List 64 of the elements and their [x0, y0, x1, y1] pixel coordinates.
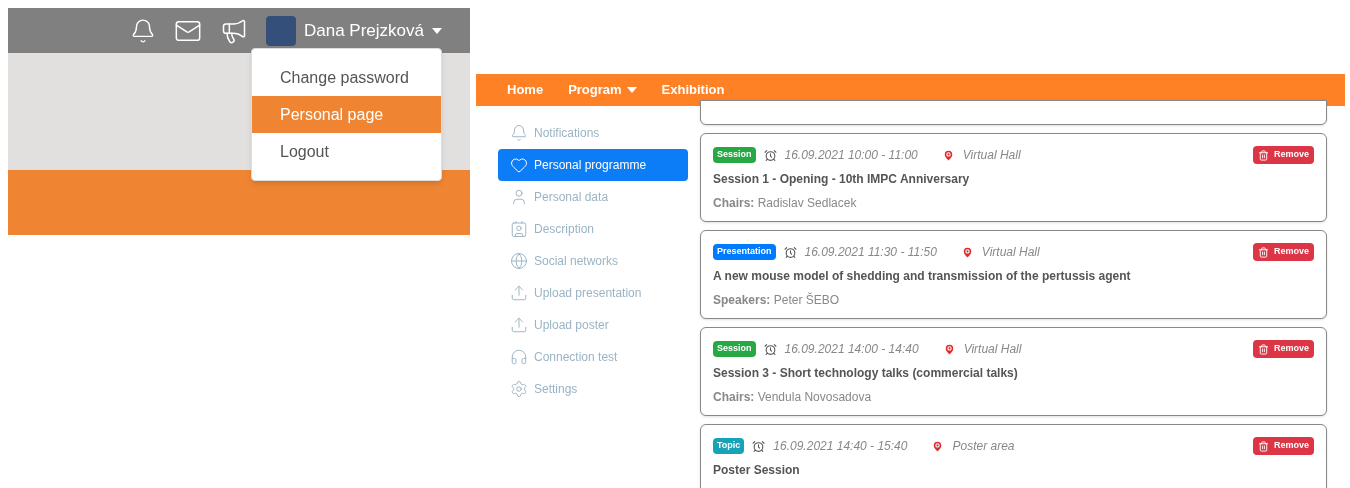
menu-item[interactable]: Logout: [252, 133, 441, 170]
event-title: A new mouse model of shedding and transmission of the pertussis agent: [713, 268, 1132, 285]
remove-button[interactable]: Remove: [1253, 340, 1314, 358]
settings-icon: [510, 380, 528, 398]
upload-icon: [510, 316, 528, 334]
remove-button[interactable]: Remove: [1253, 146, 1314, 164]
event-location: Virtual Hall: [981, 244, 1040, 261]
event-title: Session 1 - Opening - 10th IMPC Anniversary: [713, 171, 971, 188]
type-tag: Session: [713, 341, 756, 357]
upload-icon: [510, 284, 528, 302]
globe-icon: [510, 252, 528, 270]
type-tag: Presentation: [713, 244, 776, 260]
nav-link[interactable]: Exhibition: [661, 80, 725, 100]
sidebar-item[interactable]: Notifications: [498, 117, 688, 149]
event-location: Poster area: [952, 438, 1015, 455]
nav-link[interactable]: Program: [568, 80, 637, 100]
bell-icon: [510, 124, 528, 142]
type-tag: Topic: [713, 438, 745, 454]
event-people: Chairs: Radislav Sedlacek: [713, 195, 858, 212]
sidebar-item[interactable]: Upload poster: [498, 309, 688, 341]
trash-icon: [1258, 246, 1269, 258]
person-card-icon: [510, 220, 528, 238]
location-pin-icon: [941, 148, 955, 162]
remove-button[interactable]: Remove: [1253, 437, 1314, 455]
event-time: 16.09.2021 11:30 - 11:50: [804, 244, 937, 261]
sidebar-item[interactable]: Personal programme: [498, 149, 688, 181]
event-time: 16.09.2021 10:00 - 11:00: [784, 147, 918, 164]
avatar-photo-placeholder: [266, 15, 296, 46]
event-title: Poster Session: [713, 462, 801, 479]
sidebar-item[interactable]: Settings: [498, 373, 688, 405]
caret-icon: [626, 87, 637, 93]
alarm-clock-icon: [783, 245, 797, 259]
location-pin-icon: [931, 439, 945, 453]
location-pin-icon: [942, 342, 956, 356]
user-icon: [510, 188, 528, 206]
bell-icon[interactable]: [130, 17, 156, 44]
alarm-clock-icon: [763, 342, 777, 356]
remove-button[interactable]: Remove: [1253, 243, 1314, 261]
sidebar-item[interactable]: Description: [498, 213, 688, 245]
event-location: Virtual Hall: [963, 341, 1022, 358]
menu-item[interactable]: Personal page: [252, 96, 441, 133]
heart-icon: [510, 156, 528, 174]
menu-item[interactable]: Change password: [252, 59, 441, 96]
location-pin-icon: [960, 245, 974, 259]
nav-link[interactable]: Home: [507, 80, 544, 100]
event-location: Virtual Hall: [962, 147, 1021, 164]
sidebar-item[interactable]: Connection test: [498, 341, 688, 373]
event-time: 16.09.2021 14:40 - 15:40: [773, 438, 908, 455]
sidebar-item[interactable]: Social networks: [498, 245, 688, 277]
sidebar-item[interactable]: Personal data: [498, 181, 688, 213]
alarm-clock-icon: [763, 148, 777, 162]
user-menu-toggle[interactable]: Dana Prejzková: [266, 15, 442, 46]
trash-icon: [1258, 440, 1269, 452]
event-title: Session 3 - Short technology talks (commercial talks): [713, 365, 1019, 382]
headset-icon: [510, 348, 528, 366]
event-people: Chairs: Vendula Novosadova: [713, 389, 873, 406]
event-people: Speakers: Peter ŠEBO: [713, 291, 841, 309]
event-time: 16.09.2021 14:00 - 14:40: [784, 341, 919, 358]
alarm-clock-icon: [752, 439, 766, 453]
trash-icon: [1258, 343, 1269, 355]
type-tag: Session: [713, 147, 756, 163]
trash-icon: [1258, 149, 1269, 161]
sidebar-item[interactable]: Upload presentation: [498, 277, 688, 309]
caret-icon: [432, 27, 442, 34]
